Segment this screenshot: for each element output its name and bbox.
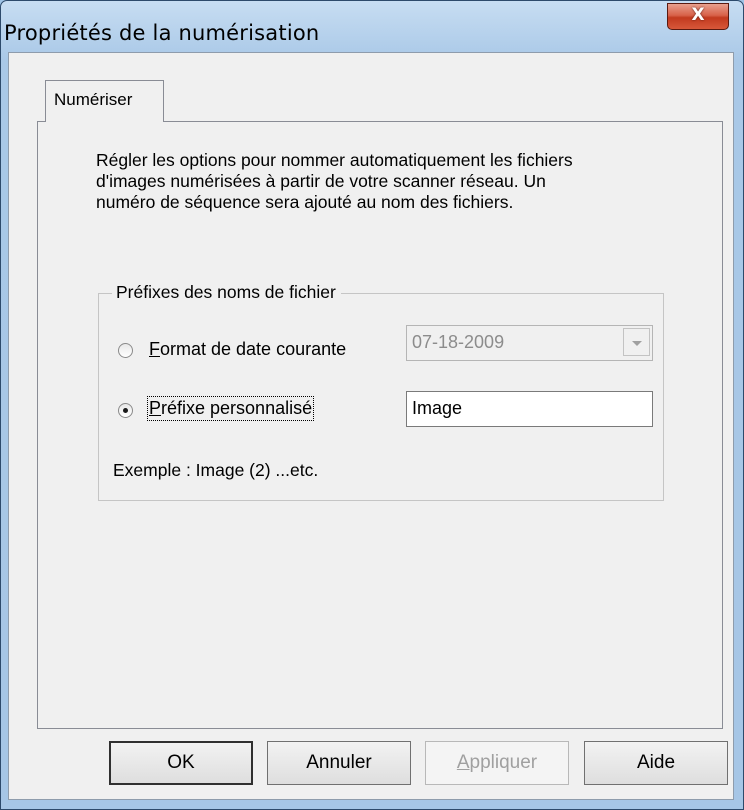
- label-rest: ppliquer: [469, 752, 538, 773]
- label-rest: ormat de date courante: [160, 339, 347, 359]
- tab-numeriser[interactable]: Numériser: [45, 80, 164, 122]
- description-line: d'images numérisées à partir de votre sc…: [96, 171, 546, 191]
- date-format-combobox[interactable]: 07-18-2009: [406, 325, 653, 361]
- ok-button[interactable]: OK: [109, 741, 253, 785]
- radio-selected-dot: [123, 408, 128, 413]
- mnemonic: A: [456, 752, 470, 773]
- custom-prefix-radio[interactable]: [118, 403, 133, 418]
- mnemonic: F: [149, 339, 160, 359]
- date-format-radio[interactable]: [118, 343, 133, 358]
- date-format-value: 07-18-2009: [412, 332, 505, 352]
- custom-prefix-value: Image: [412, 398, 463, 418]
- description-line: Régler les options pour nommer automatiq…: [96, 150, 573, 170]
- cancel-button[interactable]: Annuler: [267, 741, 411, 785]
- tab-label: Numériser: [54, 90, 133, 109]
- date-format-radio-label[interactable]: Format de date courante: [149, 339, 346, 360]
- help-button[interactable]: Aide: [584, 741, 728, 785]
- example-text: Exemple : Image (2) ...etc.: [113, 460, 319, 480]
- description-line: numéro de séquence sera ajouté au nom de…: [96, 192, 514, 212]
- description-text: Régler les options pour nommer automatiq…: [96, 150, 696, 213]
- custom-prefix-input[interactable]: Image: [406, 391, 653, 427]
- apply-button[interactable]: Appliquer: [425, 741, 569, 785]
- label-rest: réfixe personnalisé: [161, 398, 313, 418]
- prefix-groupbox-label: Préfixes des noms de fichier: [112, 282, 341, 303]
- close-button[interactable]: X: [667, 3, 729, 30]
- close-icon: X: [691, 5, 705, 25]
- mnemonic: P: [149, 398, 162, 418]
- custom-prefix-radio-label[interactable]: Préfixe personnalisé: [146, 396, 315, 421]
- window-title: Propriétés de la numérisation: [4, 21, 320, 45]
- chevron-down-icon[interactable]: [623, 328, 650, 356]
